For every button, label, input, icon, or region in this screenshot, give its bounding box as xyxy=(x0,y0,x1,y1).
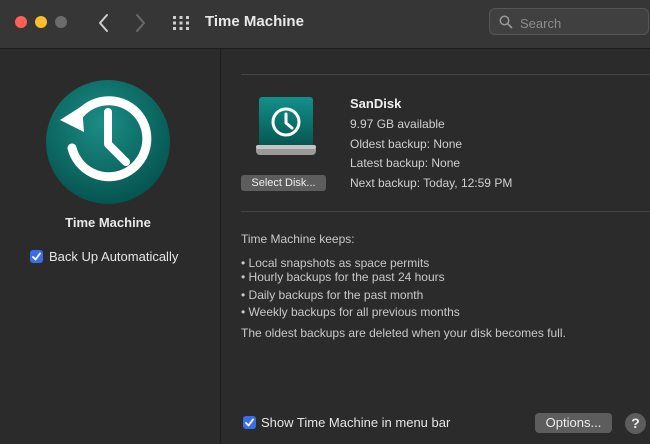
window-title: Time Machine xyxy=(205,13,304,30)
minimize-button[interactable] xyxy=(35,16,47,28)
zoom-button[interactable] xyxy=(55,16,67,28)
title-bar: Time Machine xyxy=(0,0,650,49)
options-button[interactable]: Options... xyxy=(535,413,612,433)
keeps-item: • Local snapshots as space permits xyxy=(241,256,430,270)
keeps-heading: Time Machine keeps: xyxy=(241,232,355,246)
close-button[interactable] xyxy=(15,16,27,28)
sidebar-title: Time Machine xyxy=(65,215,151,230)
forward-icon[interactable] xyxy=(130,10,150,36)
next-backup: Next backup: Today, 12:59 PM xyxy=(350,176,513,190)
keeps-item: • Weekly backups for all previous months xyxy=(241,305,460,319)
search-icon xyxy=(499,15,513,29)
latest-backup: Latest backup: None xyxy=(350,156,461,170)
oldest-backup: Oldest backup: None xyxy=(350,137,463,151)
time-machine-icon xyxy=(46,80,170,204)
checkmark-icon xyxy=(32,252,41,261)
keeps-item: • Daily backups for the past month xyxy=(241,288,424,302)
show-in-menu-bar-checkbox[interactable] xyxy=(243,416,256,429)
show-in-menu-bar-label[interactable]: Show Time Machine in menu bar xyxy=(261,415,450,430)
search-input[interactable] xyxy=(518,12,647,34)
main-panel: Select Disk... SanDisk 9.97 GB available… xyxy=(221,49,650,444)
disk-available: 9.97 GB available xyxy=(350,117,445,131)
keeps-footer: The oldest backups are deleted when your… xyxy=(241,326,566,340)
back-icon[interactable] xyxy=(94,10,114,36)
back-up-automatically-label[interactable]: Back Up Automatically xyxy=(49,249,178,264)
checkmark-icon xyxy=(245,418,254,427)
back-up-automatically-checkbox[interactable] xyxy=(30,250,43,263)
search-field[interactable] xyxy=(489,8,649,35)
grid-icon[interactable] xyxy=(171,14,191,32)
select-disk-button[interactable]: Select Disk... xyxy=(241,175,326,191)
keeps-item: • Hourly backups for the past 24 hours xyxy=(241,270,445,284)
divider xyxy=(241,211,650,212)
sidebar: Time Machine Back Up Automatically xyxy=(0,49,221,444)
help-button[interactable]: ? xyxy=(625,413,646,434)
drive-icon xyxy=(256,97,316,155)
disk-name: SanDisk xyxy=(350,96,402,111)
divider xyxy=(241,74,650,75)
